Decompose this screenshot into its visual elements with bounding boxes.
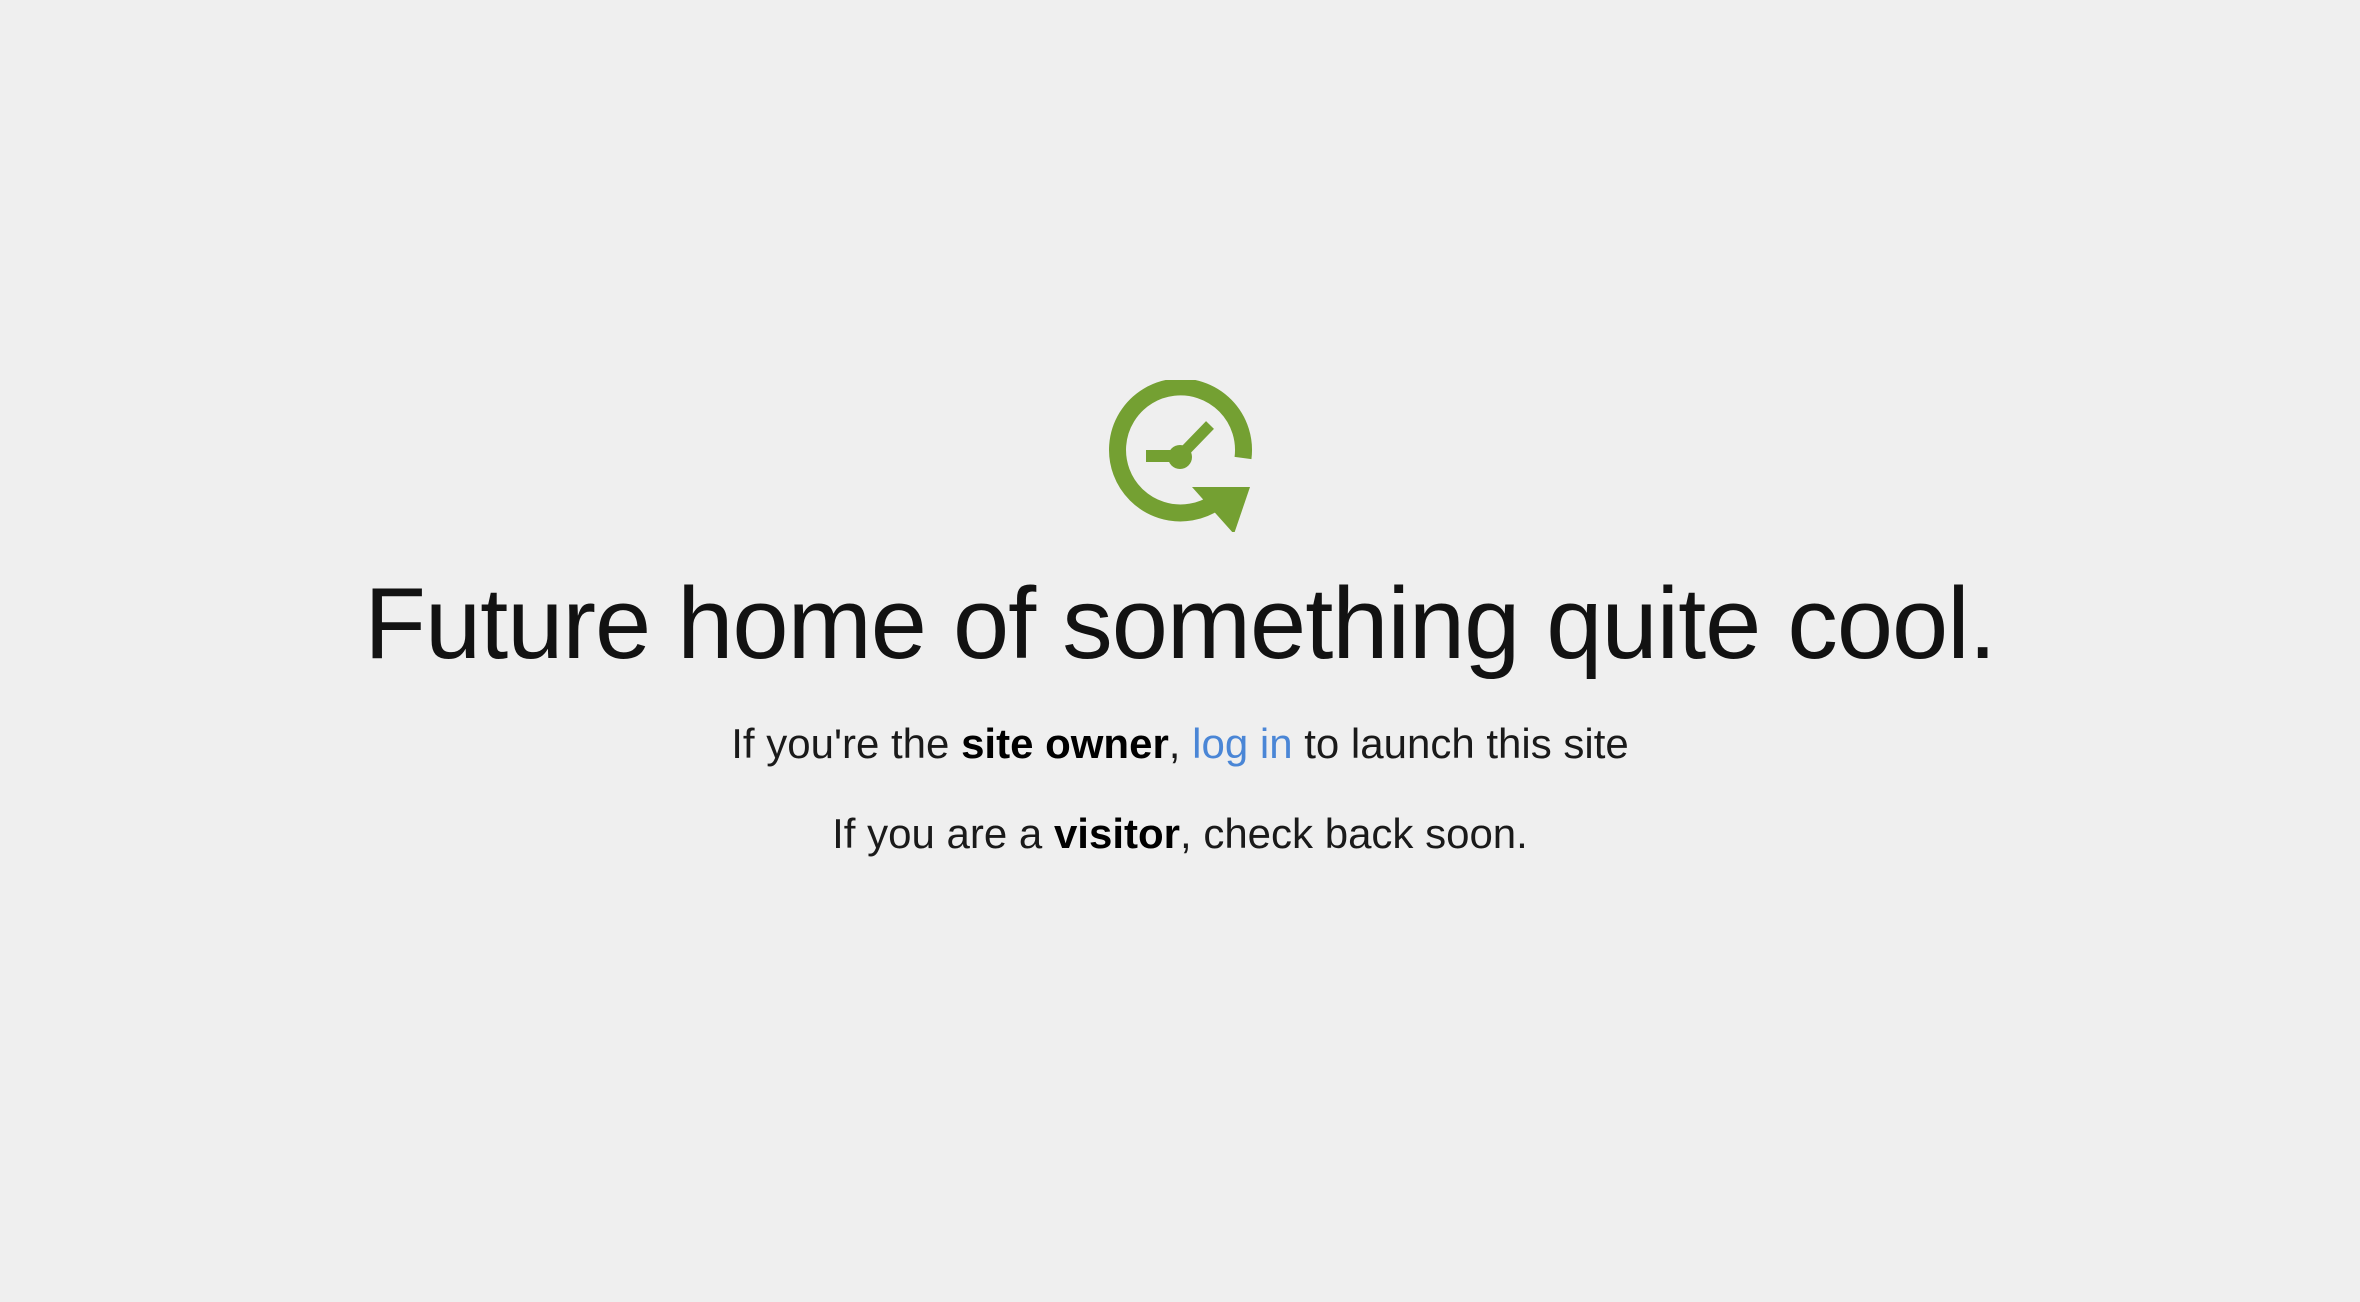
visitor-line-prefix: If you are a (832, 810, 1054, 857)
clock-refresh-icon (1109, 380, 1252, 532)
owner-line-suffix: to launch this site (1292, 720, 1629, 767)
visitor-message: If you are a visitor, check back soon. (0, 806, 2360, 862)
visitor-line-suffix: , check back soon. (1179, 810, 1528, 857)
coming-soon-page: Future home of something quite cool. If … (0, 0, 2360, 1302)
owner-line-comma: , (1168, 720, 1193, 767)
site-owner-message: If you're the site owner, log in to laun… (0, 716, 2360, 772)
site-owner-bold: site owner (961, 720, 1169, 767)
page-headline: Future home of something quite cool. (364, 568, 1996, 680)
log-in-link[interactable]: log in (1192, 720, 1292, 767)
visitor-bold: visitor (1053, 810, 1180, 857)
owner-line-prefix: If you're the (731, 720, 962, 767)
